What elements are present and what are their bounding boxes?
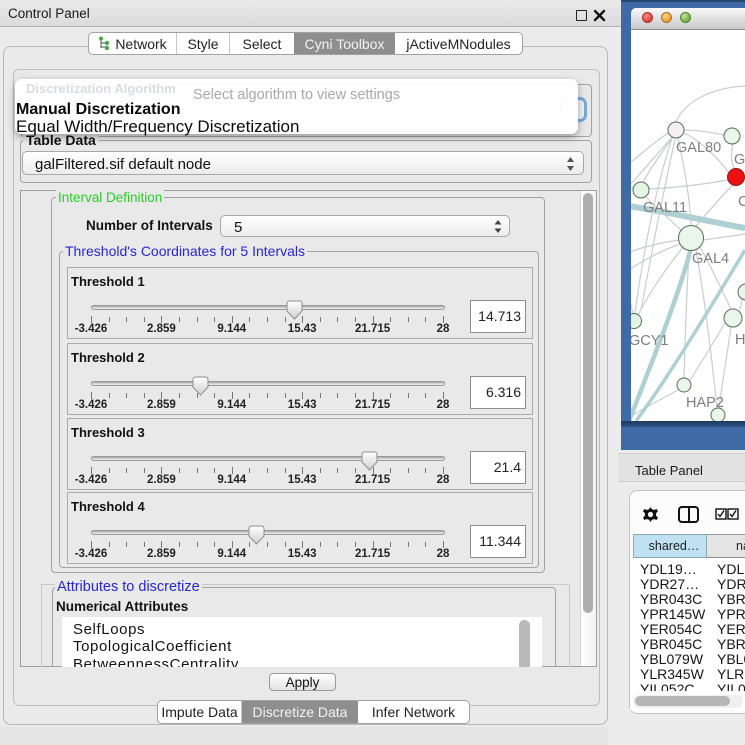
svg-text:HAP2: HAP2 (686, 395, 724, 411)
svg-text:GA: GA (734, 152, 745, 168)
svg-text:GAL4: GAL4 (692, 251, 729, 267)
svg-text:C: C (738, 194, 745, 210)
svg-text:GAL80: GAL80 (676, 140, 721, 156)
svg-text:GAL11: GAL11 (643, 200, 687, 216)
svg-text:H: H (735, 332, 745, 348)
svg-text:GCY1: GCY1 (631, 333, 669, 349)
